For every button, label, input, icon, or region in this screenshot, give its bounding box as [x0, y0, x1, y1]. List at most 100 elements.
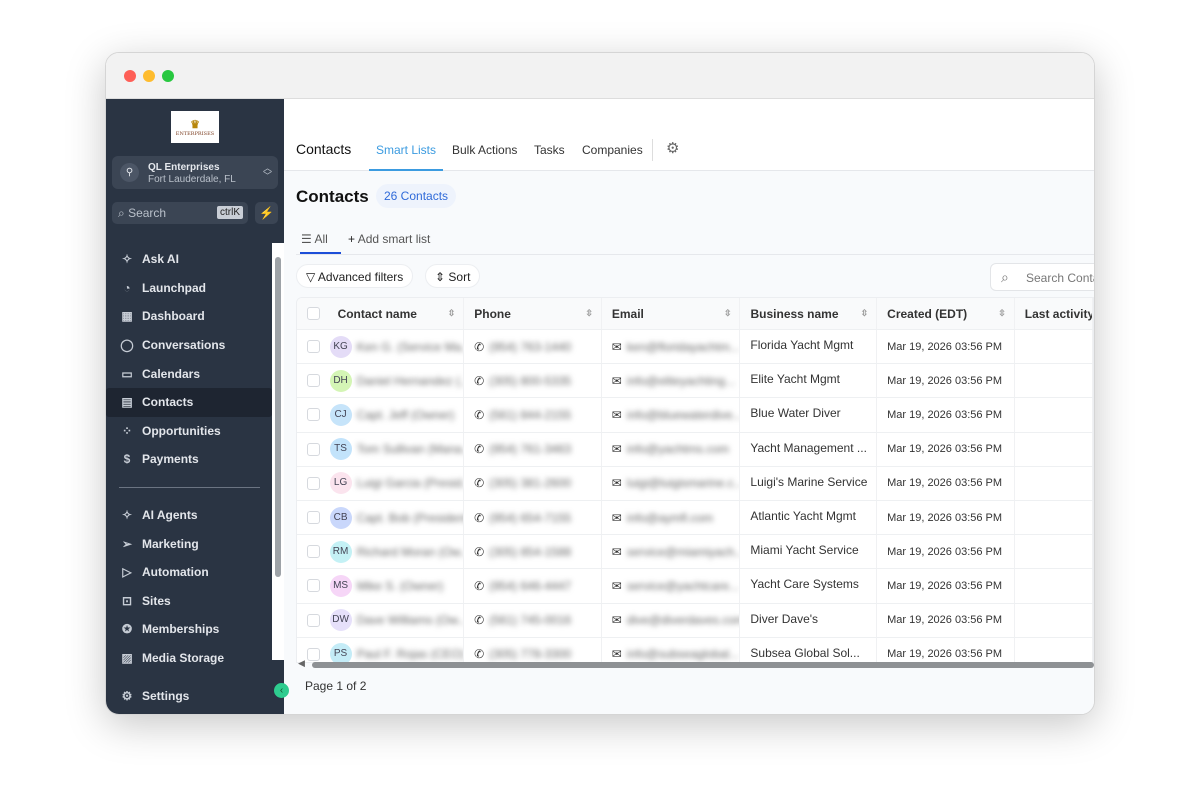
sidebar-item-marketing[interactable]: ➢ Marketing [106, 529, 272, 558]
email[interactable]: info@bluewaterdive... [627, 408, 740, 422]
table-row[interactable]: DH Daniel Hernandez (... ✆ (305) 800-5335 … [297, 364, 1093, 399]
close-window-button[interactable] [124, 70, 136, 82]
sidebar-item-automation[interactable]: ▷ Automation [106, 558, 272, 587]
tab-bulk-actions[interactable]: Bulk Actions [452, 143, 517, 157]
row-checkbox[interactable] [307, 476, 320, 490]
sidebar-item-sites[interactable]: ⊡ Sites [106, 587, 272, 616]
row-checkbox[interactable] [307, 408, 320, 422]
tab-smart-lists[interactable]: Smart Lists [368, 143, 444, 171]
row-checkbox[interactable] [307, 511, 320, 525]
email[interactable]: info@aymfl.com [627, 511, 713, 525]
sidebar-scrollbar[interactable] [272, 243, 284, 660]
sort-button[interactable]: ⇕ Sort [425, 264, 481, 288]
phone[interactable]: (305) 381-2600 [489, 476, 571, 490]
tab-companies[interactable]: Companies [582, 143, 643, 157]
row-checkbox[interactable] [307, 374, 320, 388]
sidebar-item-ai-agents[interactable]: ✧ AI Agents [106, 501, 272, 530]
minimize-window-button[interactable] [143, 70, 155, 82]
horizontal-scrollbar[interactable]: ◀ [296, 658, 1094, 669]
automation-icon: ▷ [122, 565, 132, 580]
select-all-checkbox[interactable] [307, 307, 320, 320]
phone[interactable]: (954) 654-7155 [489, 511, 571, 525]
mail-icon: ✉ [611, 373, 622, 388]
sidebar-item-contacts[interactable]: ▤ Contacts [106, 387, 272, 417]
row-checkbox[interactable] [307, 647, 320, 661]
sidebar-item-payments[interactable]: $ Payments [106, 445, 272, 474]
sidebar-item-memberships[interactable]: ✪ Memberships [106, 615, 272, 644]
contact-name[interactable]: Paul F. Rojas (CEO) [357, 647, 464, 661]
add-smart-list-button[interactable]: + Add smart list [348, 232, 430, 246]
table-row[interactable]: CJ Capt. Jeff (Owner) ✆ (561) 844-2155 ✉ in… [297, 398, 1093, 433]
gear-icon[interactable]: ⚙ [666, 139, 679, 157]
phone[interactable]: (954) 763-1440 [489, 340, 571, 354]
contact-name[interactable]: Tom Sullivan (Mana... [357, 442, 464, 456]
sidebar-item-opportunities[interactable]: ⁘ Opportunities [106, 417, 272, 446]
maximize-window-button[interactable] [162, 70, 174, 82]
phone[interactable]: (305) 854-1588 [489, 545, 571, 559]
sidebar-search[interactable]: ⌕ Search ctrlK [112, 202, 248, 224]
table-row[interactable]: KG Ken G. (Service Ma... ✆ (954) 763-1440 … [297, 330, 1093, 365]
contact-name[interactable]: Capt. Jeff (Owner) [357, 408, 455, 422]
row-checkbox[interactable] [307, 579, 320, 593]
email[interactable]: info@subseaglobal... [627, 647, 739, 661]
table-row[interactable]: LG Luigi Garcia (Presid... ✆ (305) 381-260… [297, 466, 1093, 501]
sidebar-item-label: Contacts [142, 395, 194, 410]
contact-name[interactable]: Capt. Bob (President) [357, 511, 464, 525]
phone[interactable]: (561) 745-0016 [489, 613, 571, 627]
sort-icon[interactable]: ⇳ [998, 308, 1006, 319]
email[interactable]: luigi@luigismarine.c... [627, 476, 740, 490]
column-header[interactable]: Phone ⇳ [464, 298, 602, 329]
contact-name[interactable]: Richard Moran (Ow... [357, 545, 464, 559]
row-checkbox[interactable] [307, 442, 320, 456]
contact-name[interactable]: Luigi Garcia (Presid... [357, 476, 464, 490]
sort-icon[interactable]: ⇳ [724, 308, 732, 319]
sidebar-item-ask-ai[interactable]: ✧ Ask AI [106, 245, 272, 274]
column-header[interactable]: Last activity [1015, 298, 1093, 329]
email[interactable]: ken@floridayachtm... [627, 340, 740, 354]
sidebar-item-conversations[interactable]: ◯ Conversations [106, 331, 272, 360]
advanced-filters-button[interactable]: ▽ Advanced filters [296, 264, 414, 288]
account-switcher[interactable]: ⚲ QL Enterprises Fort Lauderdale, FL ︿ ﹀ [112, 156, 278, 189]
contact-name[interactable]: Mike S. (Owner) [357, 579, 444, 593]
sort-icon[interactable]: ⇳ [861, 308, 869, 319]
sidebar-item-dashboard[interactable]: ▦ Dashboard [106, 302, 272, 331]
column-header[interactable]: Contact name ⇳ [324, 298, 465, 329]
email[interactable]: dive@diverdaves.com [627, 613, 740, 627]
column-header[interactable]: Created (EDT) ⇳ [877, 298, 1015, 329]
row-checkbox[interactable] [307, 340, 320, 354]
contacts-search-input[interactable]: ⌕ Search Contacts [990, 263, 1094, 291]
contact-name[interactable]: Dave Williams (Ow... [357, 613, 464, 627]
sort-icon[interactable]: ⇳ [585, 308, 593, 319]
table-row[interactable]: RM Richard Moran (Ow... ✆ (305) 854-1588 ✉… [297, 535, 1093, 570]
collapse-sidebar-button[interactable]: ‹ [274, 683, 289, 698]
sidebar-item-calendars[interactable]: ▭ Calendars [106, 359, 272, 388]
contact-name[interactable]: Daniel Hernandez (... [357, 374, 464, 388]
email[interactable]: info@yachtms.com [627, 442, 729, 456]
phone[interactable]: (954) 761-3463 [489, 442, 571, 456]
email[interactable]: service@miamiyach... [627, 545, 740, 559]
table-row[interactable]: PS Paul F. Rojas (CEO) ✆ (305) 778-3300 ✉ i… [297, 637, 1093, 662]
phone[interactable]: (954) 646-4447 [489, 579, 571, 593]
table-row[interactable]: DW Dave Williams (Ow... ✆ (561) 745-0016 ✉… [297, 603, 1093, 638]
phone[interactable]: (561) 844-2155 [489, 408, 571, 422]
phone-icon: ✆ [474, 613, 485, 628]
tab-tasks[interactable]: Tasks [534, 143, 565, 157]
phone[interactable]: (305) 800-5335 [489, 374, 571, 388]
email[interactable]: info@eliteyachting... [627, 374, 735, 388]
table-row[interactable]: TS Tom Sullivan (Mana... ✆ (954) 761-3463 … [297, 432, 1093, 467]
quick-action-bolt-icon[interactable]: ⚡ [255, 202, 278, 224]
row-checkbox[interactable] [307, 545, 320, 559]
table-row[interactable]: CB Capt. Bob (President) ✆ (954) 654-7155 … [297, 500, 1093, 536]
sort-icon[interactable]: ⇳ [448, 308, 456, 319]
sidebar-item-settings[interactable]: ⚙ Settings [119, 682, 190, 711]
row-checkbox[interactable] [307, 613, 320, 627]
table-row[interactable]: MS Mike S. (Owner) ✆ (954) 646-4447 ✉ servi… [297, 569, 1093, 604]
column-header[interactable]: Email ⇳ [602, 298, 741, 329]
contact-name[interactable]: Ken G. (Service Ma... [357, 340, 464, 354]
sidebar-item-media-storage[interactable]: ▨ Media Storage [106, 644, 272, 673]
email[interactable]: service@yachtcare... [627, 579, 739, 593]
sidebar-item-launchpad[interactable]: ◔ Launchpad [106, 274, 272, 303]
column-header[interactable]: Business name ⇳ [740, 298, 878, 329]
phone[interactable]: (305) 778-3300 [489, 647, 571, 661]
smart-list-all[interactable]: ☰ All [301, 232, 328, 246]
